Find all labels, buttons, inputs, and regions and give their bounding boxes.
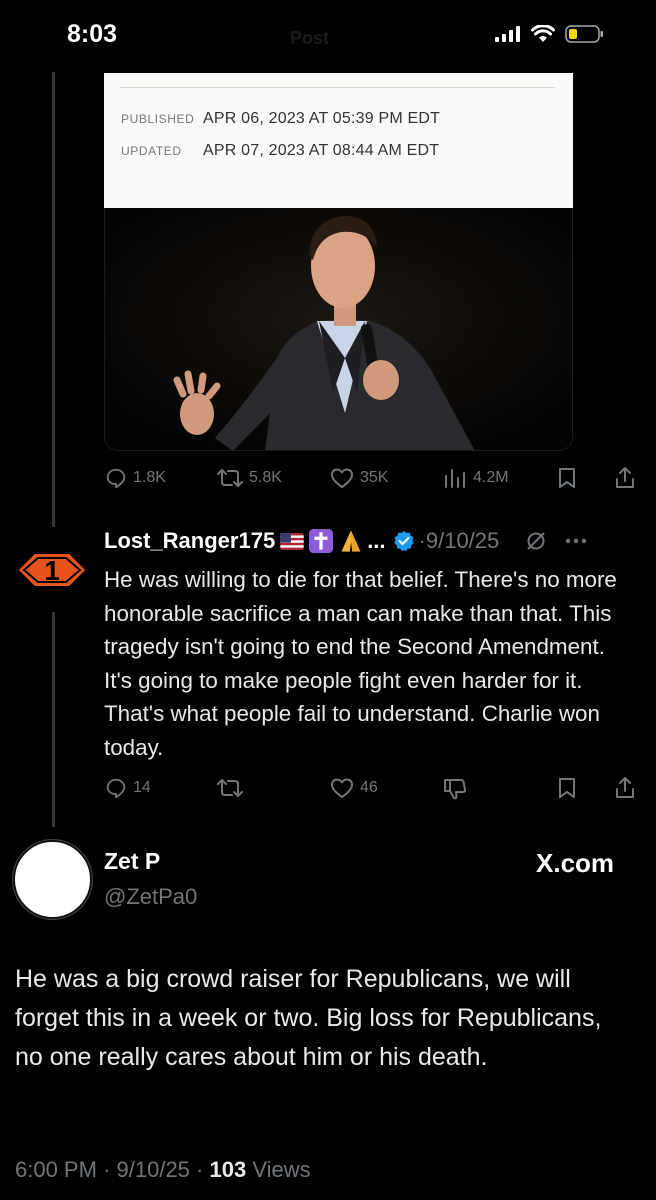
views-action[interactable]: 4.2M	[443, 467, 509, 489]
thumbs-down-icon	[444, 779, 467, 800]
speaker-illustration	[105, 208, 572, 450]
status-icons	[495, 24, 605, 44]
repost-icon	[217, 469, 243, 487]
views-count: 4.2M	[473, 469, 509, 486]
verified-badge-icon	[393, 531, 414, 552]
reply-downvote-action[interactable]	[443, 777, 469, 801]
bookmark-action[interactable]	[557, 467, 577, 489]
grok-icon[interactable]	[525, 530, 547, 552]
cellular-signal-icon	[495, 26, 520, 42]
battery-icon	[565, 25, 603, 43]
reply-action[interactable]: 1.8K	[105, 467, 166, 489]
share-action[interactable]	[614, 466, 636, 490]
repost-icon	[217, 779, 243, 797]
quote-author-handle[interactable]: @ZetPa0	[104, 884, 197, 910]
views-label: Views	[252, 1157, 311, 1182]
screen-title: Post	[290, 28, 330, 48]
repost-action[interactable]: 5.8K	[217, 467, 282, 489]
reply-icon	[106, 468, 126, 489]
published-value: APR 06, 2023 AT 05:39 PM EDT	[203, 110, 441, 127]
reply-like-count: 46	[360, 779, 378, 796]
reply-count: 1.8K	[133, 469, 166, 486]
quote-author-name[interactable]: Zet P	[104, 848, 160, 875]
share-icon	[616, 467, 634, 488]
reply-text: He was willing to die for that belief. T…	[104, 567, 617, 760]
views-number: 103	[209, 1157, 247, 1182]
reply-bookmark-action[interactable]	[557, 777, 577, 799]
bookmark-icon	[559, 778, 575, 798]
updated-label: UPDATED	[121, 144, 182, 158]
updated-value: APR 07, 2023 AT 08:44 AM EDT	[203, 142, 440, 159]
us-flag-icon	[280, 532, 304, 550]
reply-date[interactable]: 9/10/25	[426, 528, 499, 554]
heart-icon	[331, 468, 353, 488]
post-time: 6:00 PM	[15, 1157, 97, 1182]
article-divider	[120, 87, 555, 88]
quote-text: He was a big crowd raiser for Republican…	[15, 965, 602, 1071]
reply-reply-count: 14	[133, 779, 151, 796]
more-options-icon[interactable]	[565, 538, 587, 544]
thread-line-top	[52, 72, 55, 527]
updated-row: UPDATED APR 07, 2023 AT 08:44 AM EDT	[121, 142, 439, 160]
reply-like-action[interactable]: 46	[330, 777, 378, 799]
wifi-icon	[531, 25, 555, 42]
share-icon	[616, 777, 634, 798]
ranger-badge-avatar[interactable]: 1	[12, 530, 92, 610]
reply-header: Lost_Ranger175 ... · 9/10/25	[104, 528, 587, 554]
reply-repost-action[interactable]	[217, 777, 243, 799]
reply-icon	[106, 778, 126, 799]
reply-author-name[interactable]: Lost_Ranger175	[104, 528, 275, 554]
repost-count: 5.8K	[249, 469, 282, 486]
article-card[interactable]: PUBLISHED APR 06, 2023 AT 05:39 PM EDT U…	[104, 73, 573, 208]
status-bar: 8:03 Post	[0, 0, 656, 70]
latin-cross-icon	[309, 529, 334, 553]
name-ellipsis: ...	[367, 528, 386, 553]
post-footer: 6:00 PM · 9/10/25 · 103 Views	[15, 1157, 311, 1182]
heart-icon	[331, 778, 353, 798]
analytics-icon	[445, 469, 465, 488]
praying-hands-icon	[341, 530, 361, 552]
reply-reply-action[interactable]: 14	[105, 777, 151, 799]
status-time: 8:03	[67, 20, 118, 48]
x-com-watermark: X.com	[536, 848, 615, 878]
reply-share-action[interactable]	[614, 776, 636, 800]
like-count: 35K	[360, 469, 389, 486]
post-date: 9/10/25	[116, 1157, 190, 1182]
published-label: PUBLISHED	[121, 112, 195, 126]
bookmark-icon	[559, 468, 575, 488]
speaker-photo[interactable]	[104, 208, 573, 451]
thread-line-bottom	[52, 612, 55, 827]
published-row: PUBLISHED APR 06, 2023 AT 05:39 PM EDT	[121, 110, 440, 128]
quote-author-avatar[interactable]	[13, 840, 92, 919]
like-action[interactable]: 35K	[330, 467, 388, 489]
badge-number: 1	[44, 555, 60, 586]
